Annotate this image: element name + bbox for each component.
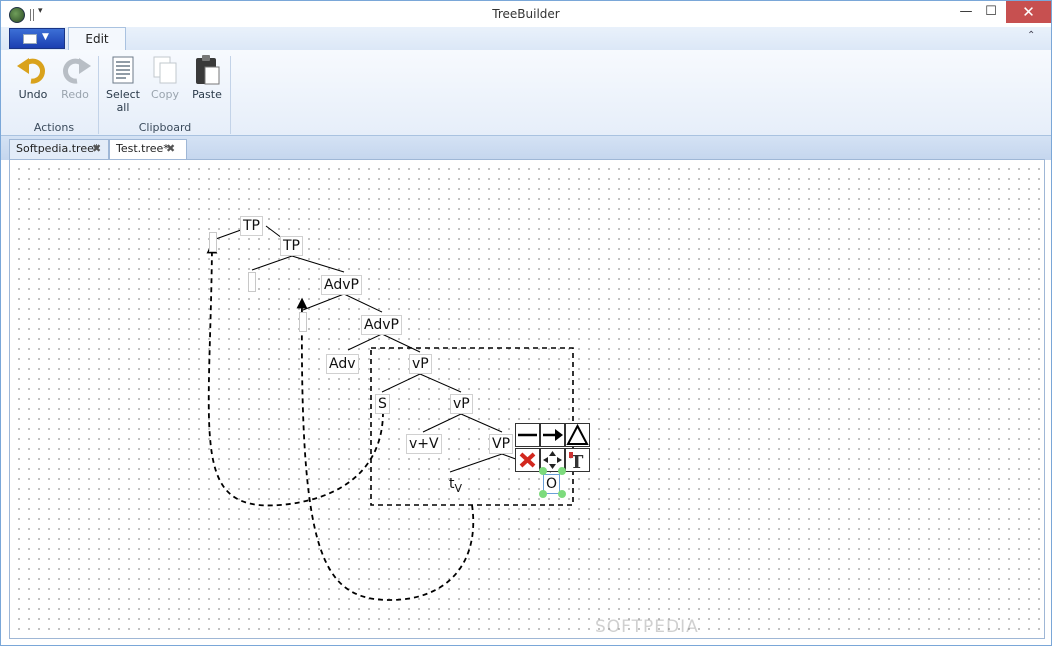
watermark: SOFTPEDIA <box>595 617 699 637</box>
line-tool-icon <box>518 433 537 437</box>
selection-handle[interactable] <box>539 490 547 498</box>
paste-icon <box>191 54 223 86</box>
delete-node-button[interactable] <box>515 448 540 472</box>
tree-edges <box>206 225 574 601</box>
arrow-tool-icon <box>543 429 563 441</box>
undo-button[interactable]: Undo <box>11 54 55 101</box>
selection-handle[interactable] <box>558 467 566 475</box>
copy-label: Copy <box>151 88 179 101</box>
redo-button[interactable]: Redo <box>53 54 97 101</box>
redo-icon <box>59 54 91 86</box>
maximize-button[interactable]: ☐ <box>976 1 1006 23</box>
triangle-tool-button[interactable] <box>565 423 590 447</box>
tree-node[interactable]: AdvP <box>361 315 402 335</box>
copy-icon <box>149 54 181 86</box>
arrow-tool-button[interactable] <box>540 423 565 447</box>
tree-node-empty[interactable] <box>248 272 256 292</box>
tree-node[interactable]: vP <box>409 354 432 374</box>
tree-node[interactable]: v+V <box>406 434 442 454</box>
window-title: TreeBuilder <box>492 7 560 21</box>
text-format-icon: T <box>569 452 584 473</box>
selection-handle[interactable] <box>558 490 566 498</box>
document-tab-label: Test.tree* <box>116 142 169 155</box>
tree-node[interactable]: TP <box>280 236 303 256</box>
tree-node-empty[interactable] <box>209 232 217 252</box>
tree-canvas[interactable]: TP TP AdvP AdvP Adv vP S vP v+V VP tV O <box>9 159 1045 639</box>
tab-edit[interactable]: Edit <box>68 27 126 52</box>
tree-node[interactable]: TP <box>240 216 263 236</box>
close-button[interactable]: ✕ <box>1006 1 1051 23</box>
tree-node-empty[interactable] <box>299 312 307 332</box>
text-format-button[interactable]: T <box>565 448 590 473</box>
document-tab-label: Softpedia.tree* <box>16 142 100 155</box>
app-window: ▾ TreeBuilder — ☐ ✕ ▼ Edit ⌃ Undo Redo S… <box>0 0 1052 646</box>
group-separator <box>230 56 231 134</box>
triangle-tool-icon <box>566 423 589 445</box>
document-tab-test[interactable]: Test.tree* ✖ <box>109 139 187 160</box>
line-tool-button[interactable] <box>515 423 540 447</box>
title-bar: ▾ TreeBuilder — ☐ ✕ <box>1 1 1051 29</box>
select-all-button[interactable]: Select all <box>102 54 144 114</box>
tree-node[interactable]: S <box>375 394 390 414</box>
group-label-actions: Actions <box>33 121 75 134</box>
redo-label: Redo <box>61 88 89 101</box>
ribbon-panel: Undo Redo Select all Copy Paste Actions … <box>1 50 1051 136</box>
tree-node[interactable]: Adv <box>326 354 359 374</box>
tree-node[interactable]: tV <box>446 474 465 495</box>
group-label-clipboard: Clipboard <box>138 121 192 134</box>
document-tab-bar: Softpedia.tree* ✖ Test.tree* ✖ <box>1 136 1051 160</box>
copy-button[interactable]: Copy <box>144 54 186 101</box>
undo-icon <box>17 54 49 86</box>
paste-label: Paste <box>192 88 222 101</box>
paste-button[interactable]: Paste <box>187 54 227 101</box>
ribbon-tab-bar: ▼ Edit ⌃ <box>1 27 1051 52</box>
tree-node[interactable]: VP <box>489 434 514 454</box>
chevron-down-icon: ▼ <box>42 32 49 42</box>
select-all-label: Select all <box>106 88 140 114</box>
tree-node[interactable]: AdvP <box>321 275 362 295</box>
document-tab-softpedia[interactable]: Softpedia.tree* ✖ <box>9 139 109 160</box>
tree-node[interactable]: vP <box>450 394 473 414</box>
application-menu-icon <box>23 34 37 44</box>
close-tab-icon[interactable]: ✖ <box>92 140 101 158</box>
selection-handle[interactable] <box>539 467 547 475</box>
close-tab-icon[interactable]: ✖ <box>166 140 175 158</box>
delete-icon <box>519 452 536 468</box>
select-all-icon <box>107 54 139 86</box>
ribbon-collapse-icon[interactable]: ⌃ <box>1027 30 1035 41</box>
undo-label: Undo <box>18 88 48 101</box>
trace-subscript: V <box>454 481 463 495</box>
application-menu-button[interactable]: ▼ <box>9 28 65 49</box>
